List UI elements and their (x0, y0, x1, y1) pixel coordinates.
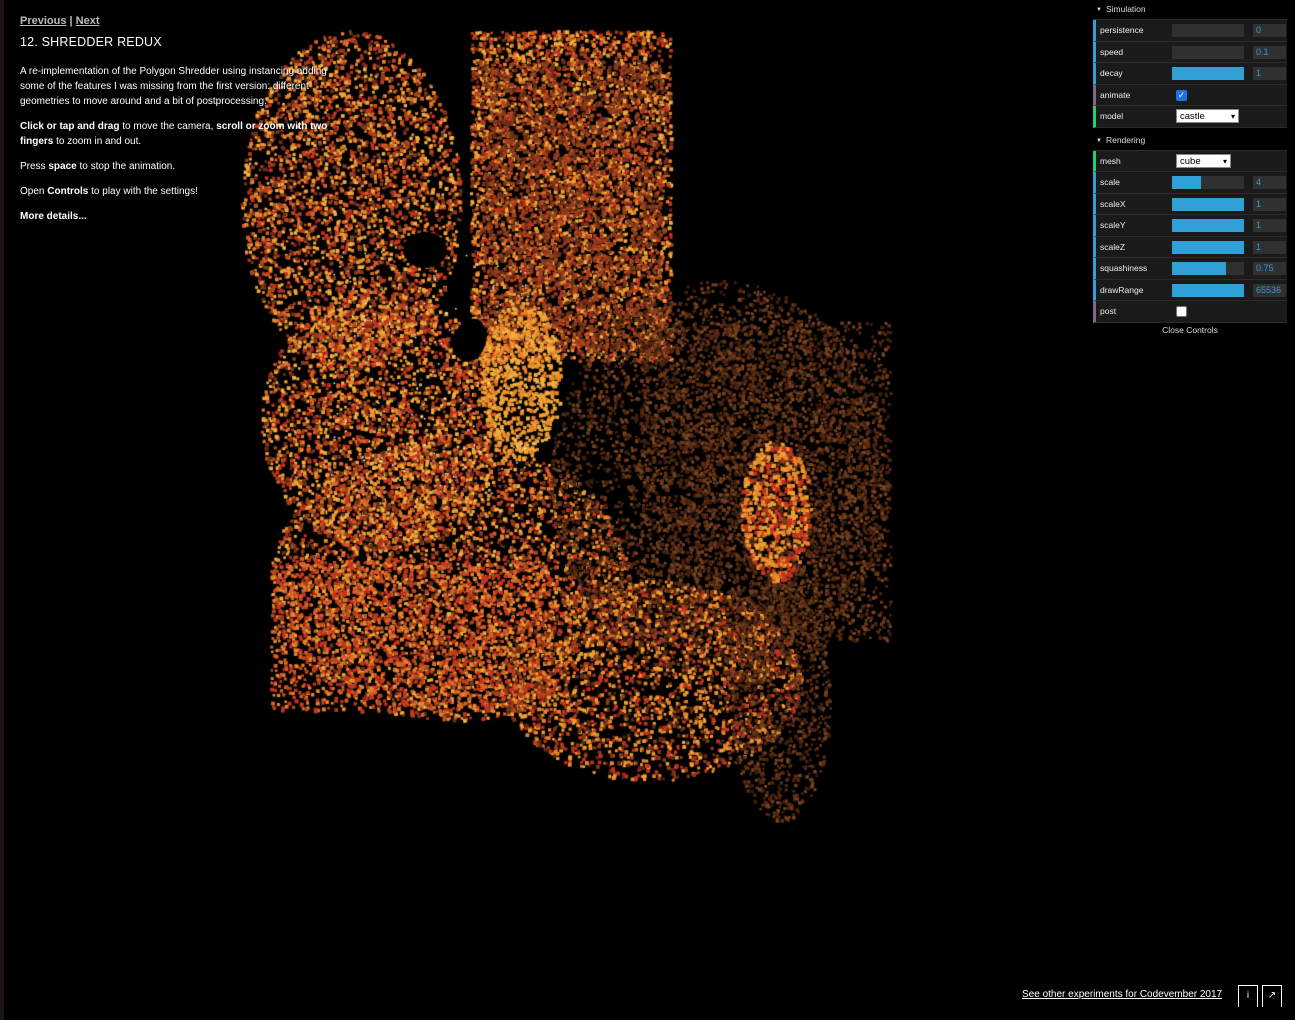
rendering-folder[interactable]: ▼ Rendering (1093, 130, 1287, 151)
space-help: Press space to stop the animation. (20, 159, 350, 174)
scalez-slider[interactable] (1172, 240, 1244, 254)
decay-input[interactable]: 1 (1253, 67, 1286, 80)
open-controls-help: Open Controls to play with the settings! (20, 184, 350, 199)
simulation-folder[interactable]: ▼ Simulation (1093, 0, 1287, 20)
stop-animation-text: to stop the animation. (76, 161, 176, 172)
chevron-down-icon: ▾ (1230, 112, 1235, 121)
decay-control: decay 1 (1093, 63, 1287, 85)
left-edge-strip (0, 0, 4, 1020)
info-button[interactable]: i (1238, 985, 1258, 1007)
chevron-down-icon: ▾ (1222, 156, 1227, 166)
info-panel: Previous | Next 12. SHREDDER REDUX A re-… (20, 14, 350, 234)
scaley-control: scaleY 1 (1093, 215, 1287, 237)
controls-panel: ▼ Simulation persistence 0 speed 0.1 deca… (1093, 0, 1287, 338)
scaley-input[interactable]: 1 (1253, 219, 1286, 232)
scalex-control: scaleX 1 (1093, 193, 1287, 215)
mesh-select-value: cube (1180, 155, 1201, 167)
drawrange-slider[interactable] (1172, 283, 1244, 297)
speed-input[interactable]: 0.1 (1253, 45, 1286, 59)
nav-separator: | (69, 15, 73, 27)
squashiness-control: squashiness 0.75 (1093, 258, 1287, 280)
info-icon: i (1246, 990, 1250, 1001)
external-link-button[interactable]: ↗ (1262, 985, 1282, 1007)
folder-open-icon: ▼ (1096, 137, 1102, 144)
post-label: post (1100, 306, 1117, 316)
scalex-input[interactable]: 1 (1253, 197, 1286, 211)
folder-open-icon: ▼ (1096, 7, 1102, 13)
mesh-control: mesh cube ▾ (1093, 150, 1287, 172)
experiment-nav: Previous | Next (20, 14, 350, 29)
rendering-folder-label: Rendering (1105, 134, 1146, 145)
scalez-label: scaleZ (1100, 241, 1126, 252)
scale-slider[interactable] (1172, 176, 1244, 189)
persistence-input[interactable]: 0 (1253, 24, 1286, 37)
persistence-slider[interactable] (1172, 24, 1244, 37)
next-link[interactable]: Next (76, 15, 100, 27)
controls-word: Controls (47, 186, 89, 197)
speed-control: speed 0.1 (1093, 41, 1287, 63)
scalez-control: scaleZ 1 (1093, 236, 1287, 258)
squashiness-slider-fill (1172, 262, 1226, 275)
scalex-slider[interactable] (1172, 197, 1244, 211)
model-control: model castle ▾ (1093, 106, 1287, 128)
animate-checkbox[interactable]: ✓ (1176, 89, 1187, 101)
speed-label: speed (1100, 46, 1124, 57)
drawrange-input[interactable]: 65536 (1253, 283, 1286, 297)
scale-control: scale 4 (1093, 172, 1287, 194)
animate-control: animate ✓ (1093, 84, 1287, 106)
checkmark-icon: ✓ (1177, 89, 1186, 100)
space-key: space (48, 161, 77, 172)
drawrange-control: drawRange 65536 (1093, 279, 1287, 301)
previous-link[interactable]: Previous (20, 15, 66, 27)
scale-slider-fill (1172, 176, 1201, 189)
drawrange-label: drawRange (1100, 284, 1144, 295)
persistence-label: persistence (1100, 25, 1144, 35)
decay-slider[interactable] (1172, 67, 1244, 80)
open-text: Open (20, 186, 48, 197)
scaley-slider-fill (1172, 219, 1244, 232)
codevember-link[interactable]: See other experiments for Codevember 201… (1022, 989, 1222, 1000)
squashiness-label: squashiness (1100, 263, 1148, 273)
scaley-slider[interactable] (1172, 219, 1244, 232)
simulation-folder-label: Simulation (1105, 4, 1146, 14)
squashiness-input[interactable]: 0.75 (1253, 262, 1286, 275)
settings-text: to play with the settings! (88, 186, 198, 197)
external-link-icon: ↗ (1267, 990, 1277, 1001)
press-text: Press (20, 161, 49, 172)
camera-help: Click or tap and drag to move the camera… (20, 119, 350, 149)
scale-input[interactable]: 4 (1253, 176, 1286, 189)
model-select[interactable]: castle ▾ (1176, 109, 1239, 123)
post-control: post (1093, 301, 1287, 323)
mesh-label: mesh (1100, 155, 1121, 166)
more-details-link[interactable]: More details... (20, 211, 87, 222)
description: A re-implementation of the Polygon Shred… (20, 66, 327, 107)
scale-label: scale (1100, 177, 1120, 187)
scalez-slider-fill (1172, 240, 1244, 254)
model-select-value: castle (1180, 111, 1205, 122)
model-label: model (1100, 111, 1124, 121)
drawrange-slider-fill (1172, 283, 1244, 297)
scalex-slider-fill (1172, 197, 1244, 211)
decay-label: decay (1100, 68, 1123, 78)
scaley-label: scaleY (1100, 220, 1126, 230)
animate-label: animate (1100, 89, 1131, 100)
squashiness-slider[interactable] (1172, 262, 1244, 275)
zoom-text: to zoom in and out. (53, 136, 142, 147)
post-checkbox[interactable] (1176, 306, 1187, 317)
page-title: 12. SHREDDER REDUX (20, 35, 162, 49)
speed-slider[interactable] (1172, 45, 1244, 59)
scalez-input[interactable]: 1 (1253, 240, 1286, 254)
scalex-label: scaleX (1100, 198, 1126, 209)
click-drag-hint: Click or tap and drag (20, 121, 120, 132)
decay-slider-fill (1172, 67, 1244, 80)
move-camera-text: to move the camera, (119, 121, 217, 132)
mesh-select[interactable]: cube ▾ (1176, 153, 1231, 168)
close-controls-button[interactable]: Close Controls (1093, 322, 1287, 338)
persistence-control: persistence 0 (1093, 20, 1287, 42)
